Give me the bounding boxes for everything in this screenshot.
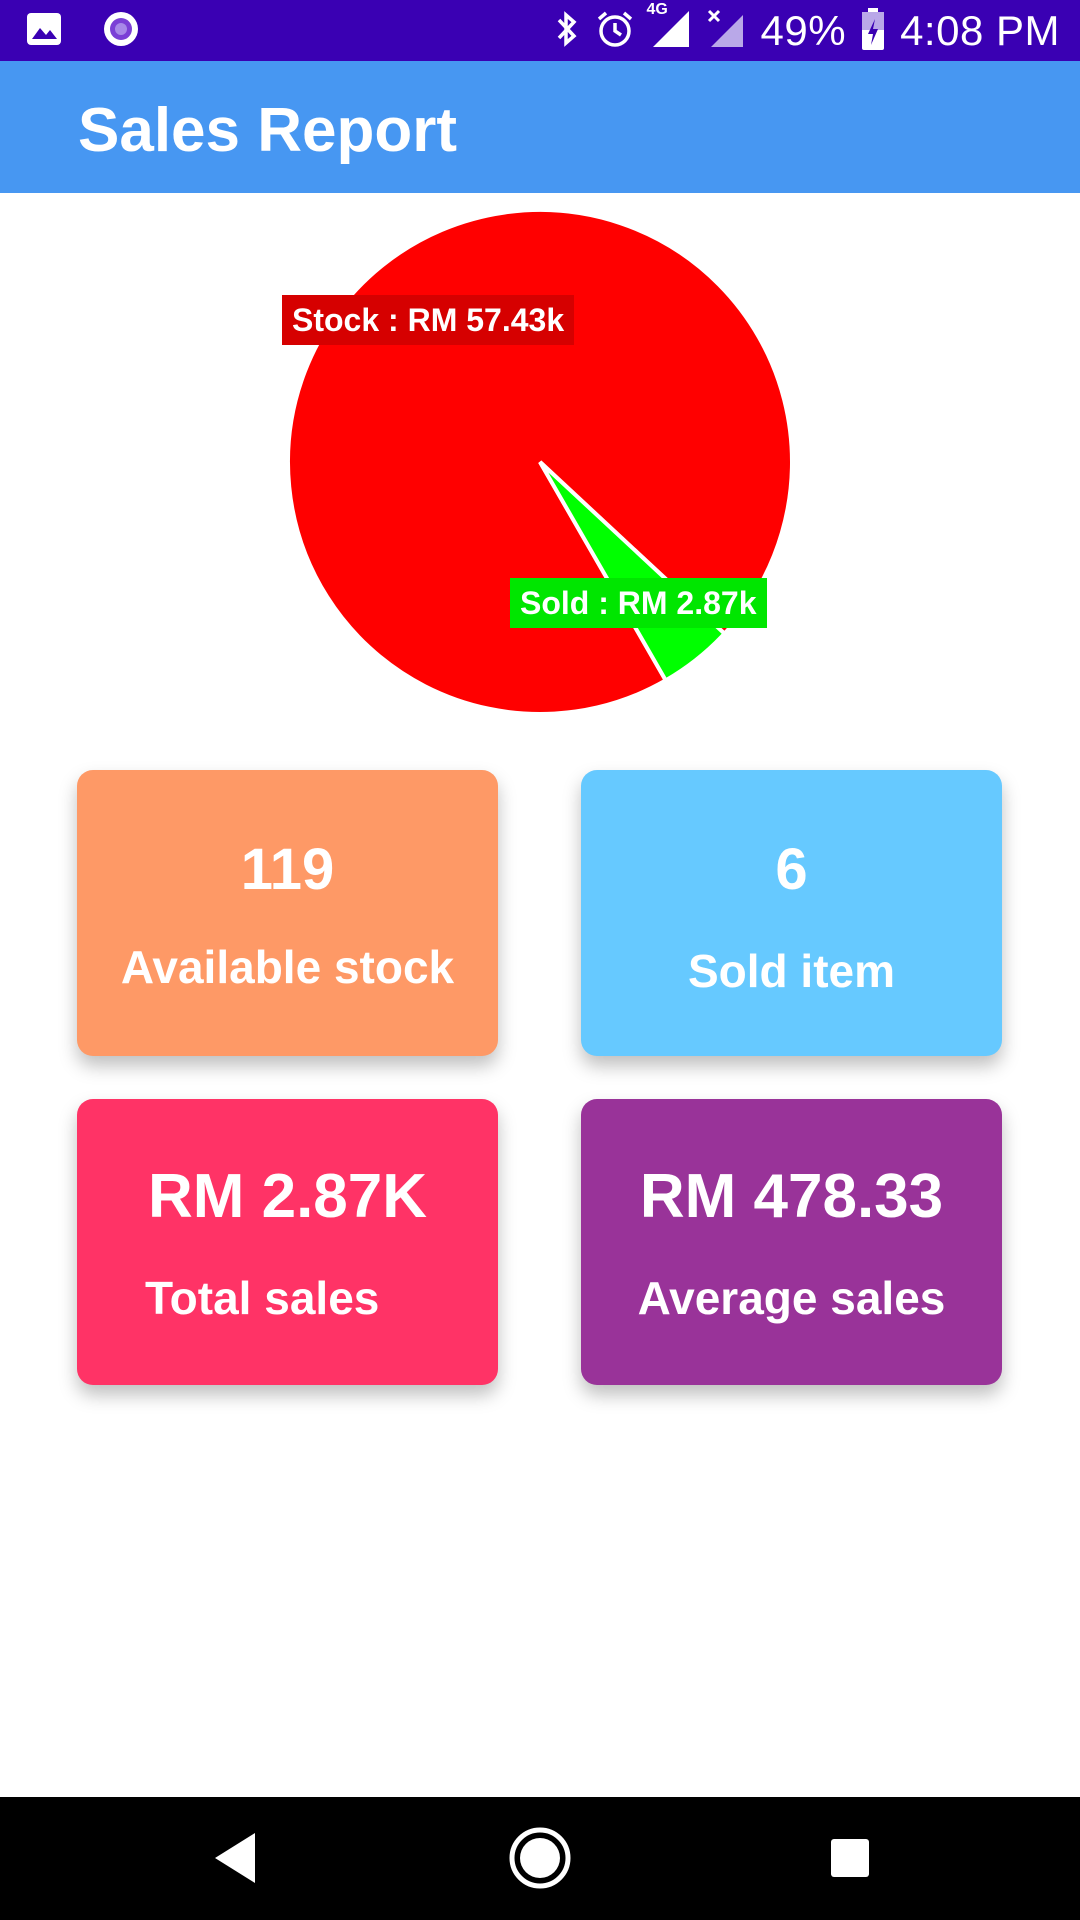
available-stock-label: Available stock [120, 941, 455, 993]
signal-no-service-icon [707, 7, 747, 56]
total-sales-card[interactable]: RM 2.87K Total sales [77, 1099, 498, 1385]
available-stock-value: 119 [240, 837, 335, 902]
home-icon [508, 1826, 572, 1895]
navigation-bar [0, 1797, 1080, 1920]
back-button[interactable] [200, 1825, 270, 1895]
average-sales-label: Average sales [637, 1272, 946, 1324]
app-bar: Sales Report [0, 61, 1080, 193]
signal-icon: 4G [647, 1, 693, 56]
page-title: Sales Report [78, 96, 458, 165]
sold-item-card[interactable]: 6 Sold item [581, 770, 1002, 1056]
recent-apps-button[interactable] [815, 1825, 885, 1895]
average-sales-value: RM 478.33 [639, 1162, 944, 1231]
pie-label-stock: Stock : RM 57.43k [282, 295, 575, 345]
total-sales-value: RM 2.87K [147, 1162, 428, 1231]
sales-pie-chart[interactable]: Stock : RM 57.43k Sold : RM 2.87k [270, 200, 810, 740]
pie-svg[interactable] [270, 200, 810, 740]
alarm-icon [595, 9, 635, 54]
back-icon [211, 1831, 259, 1890]
total-sales-label: Total sales [145, 1272, 380, 1324]
clock: 4:08 PM [900, 7, 1060, 54]
status-right: 4G 49% 4:08 PM [553, 1, 1060, 56]
image-icon [26, 12, 62, 51]
sold-item-label: Sold item [687, 945, 896, 997]
status-bar: 4G 49% 4:08 PM [0, 0, 1080, 61]
network-type-label: 4G [646, 0, 668, 18]
home-button[interactable] [505, 1825, 575, 1895]
status-left [26, 10, 140, 52]
available-stock-card[interactable]: 119 Available stock [77, 770, 498, 1056]
battery-percent: 49% [760, 7, 847, 54]
bluetooth-icon [553, 9, 581, 54]
average-sales-card[interactable]: RM 478.33 Average sales [581, 1099, 1002, 1385]
sold-item-value: 6 [775, 837, 808, 902]
recent-apps-icon [829, 1837, 871, 1884]
battery-charging-icon [860, 7, 886, 56]
pie-label-sold: Sold : RM 2.87k [510, 578, 767, 628]
radio-app-icon [102, 10, 140, 53]
